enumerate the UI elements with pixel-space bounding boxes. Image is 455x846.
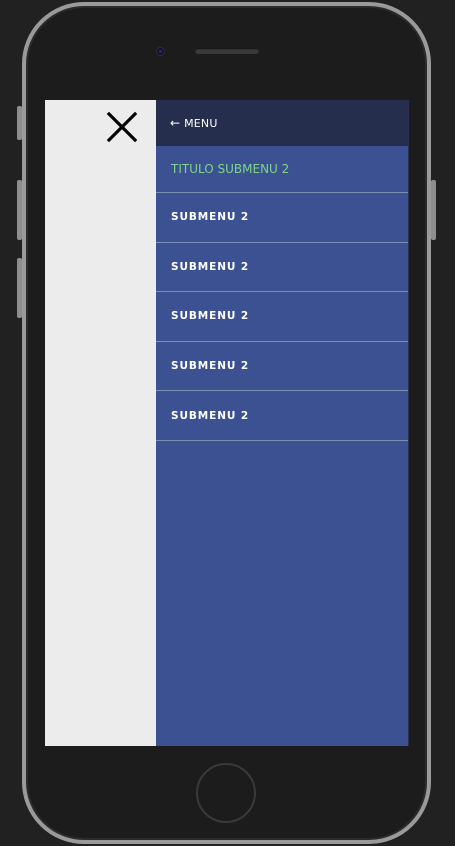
submenu-title: TITULO SUBMENU 2: [156, 146, 408, 193]
home-button: [196, 763, 256, 823]
close-menu-button[interactable]: [105, 110, 139, 144]
submenu-item-label: SUBMENU 2: [171, 409, 250, 422]
submenu-item-label: SUBMENU 2: [171, 360, 250, 373]
navigation-drawer: ← MENU TITULO SUBMENU 2 SUBMENU 2 SUBMEN…: [156, 100, 409, 746]
submenu-item[interactable]: SUBMENU 2: [156, 193, 408, 243]
close-icon: [106, 111, 138, 143]
phone-screen: ← MENU TITULO SUBMENU 2 SUBMENU 2 SUBMEN…: [45, 100, 409, 746]
submenu-item-label: SUBMENU 2: [171, 211, 250, 224]
earpiece-speaker: [195, 48, 259, 54]
submenu-item-label: SUBMENU 2: [171, 310, 250, 323]
submenu-item[interactable]: SUBMENU 2: [156, 243, 408, 293]
power-button: [431, 180, 436, 240]
menu-overlay[interactable]: [45, 100, 156, 746]
submenu-item[interactable]: SUBMENU 2: [156, 342, 408, 392]
submenu-item-label: SUBMENU 2: [171, 260, 250, 273]
front-camera: [157, 48, 164, 55]
submenu-item[interactable]: SUBMENU 2: [156, 391, 408, 441]
submenu-item[interactable]: SUBMENU 2: [156, 292, 408, 342]
arrow-left-icon: ←: [170, 116, 181, 130]
back-to-menu-button[interactable]: ← MENU: [156, 100, 408, 146]
menu-header-label: MENU: [184, 116, 218, 130]
